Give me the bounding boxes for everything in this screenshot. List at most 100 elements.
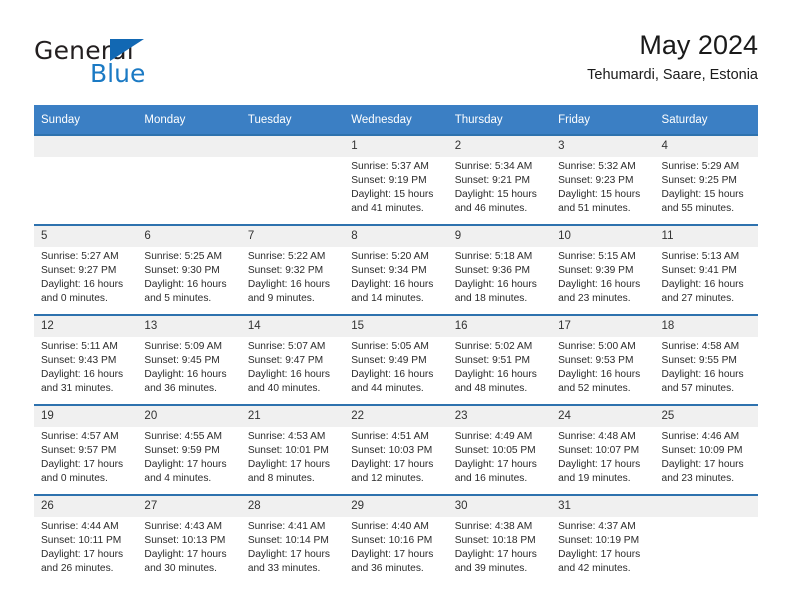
calendar-week-row: 12 Sunrise: 5:11 AM Sunset: 9:43 PM Dayligh…	[34, 314, 758, 405]
calendar-day-cell[interactable]: 16 Sunrise: 5:02 AM Sunset: 9:51 PM Dayligh…	[447, 316, 552, 404]
calendar-day-cell[interactable]: 1 Sunrise: 5:37 AM Sunset: 9:19 PM Daylight…	[344, 136, 448, 224]
weekday-header-thursday: Thursday	[447, 105, 552, 135]
sunrise-time: Sunrise: 4:43 AM	[144, 521, 223, 532]
calendar-day-cell[interactable]: 25 Sunrise: 4:46 AM Sunset: 10:09 PM Daylig…	[654, 406, 758, 494]
day-details: Sunrise: 5:18 AM Sunset: 9:36 PM Daylight:…	[448, 247, 551, 306]
daylight-duration-line1: Daylight: 16 hours	[661, 279, 744, 291]
day-number: 1	[344, 136, 448, 157]
day-number	[34, 136, 138, 157]
sunset-time: Sunset: 10:07 PM	[558, 445, 640, 457]
sunrise-time: Sunrise: 4:38 AM	[454, 521, 533, 532]
calendar-day-cell[interactable]: 4 Sunrise: 5:29 AM Sunset: 9:25 PM Daylight…	[654, 136, 758, 224]
calendar-day-cell[interactable]: 24 Sunrise: 4:48 AM Sunset: 10:07 PM Daylig…	[551, 406, 655, 494]
day-number: 10	[551, 226, 655, 247]
day-number: 21	[240, 406, 345, 427]
calendar-day-cell[interactable]: 19 Sunrise: 4:57 AM Sunset: 9:57 PM Dayligh…	[34, 406, 138, 494]
sunrise-time: Sunrise: 4:49 AM	[454, 431, 533, 442]
calendar-cell: 22 Sunrise: 4:51 AM Sunset: 10:03 PM Daylig…	[344, 404, 448, 495]
calendar-day-cell[interactable]: 26 Sunrise: 4:44 AM Sunset: 10:11 PM Daylig…	[34, 496, 138, 584]
daylight-duration-line2: and 40 minutes.	[247, 383, 321, 395]
day-details: Sunrise: 4:49 AM Sunset: 10:05 PM Daylight…	[448, 427, 551, 486]
calendar-cell: 1 Sunrise: 5:37 AM Sunset: 9:19 PM Daylight…	[344, 134, 448, 225]
weekday-header-sunday: Sunday	[34, 105, 138, 135]
calendar-day-cell[interactable]: 15 Sunrise: 5:05 AM Sunset: 9:49 PM Dayligh…	[344, 316, 448, 404]
brand-name-blue: Blue	[90, 59, 146, 88]
day-details: Sunrise: 5:37 AM Sunset: 9:19 PM Daylight:…	[344, 157, 447, 216]
calendar-day-cell[interactable]: 12 Sunrise: 5:11 AM Sunset: 9:43 PM Dayligh…	[34, 316, 138, 404]
calendar-day-cell[interactable]: 23 Sunrise: 4:49 AM Sunset: 10:05 PM Daylig…	[447, 406, 552, 494]
weekday-header-friday: Friday	[551, 105, 655, 135]
calendar-day-cell[interactable]: 14 Sunrise: 5:07 AM Sunset: 9:47 PM Dayligh…	[240, 316, 345, 404]
calendar-cell: 30 Sunrise: 4:38 AM Sunset: 10:18 PM Daylig…	[447, 494, 552, 584]
calendar-day-cell[interactable]: 22 Sunrise: 4:51 AM Sunset: 10:03 PM Daylig…	[344, 406, 448, 494]
sunset-time: Sunset: 10:18 PM	[454, 535, 536, 547]
sunrise-time: Sunrise: 5:18 AM	[454, 251, 533, 262]
sunset-time: Sunset: 10:03 PM	[351, 445, 433, 457]
calendar-week-row: 1 Sunrise: 5:37 AM Sunset: 9:19 PM Daylight…	[34, 134, 758, 225]
sunrise-time: Sunrise: 5:15 AM	[558, 251, 636, 262]
daylight-duration-line2: and 44 minutes.	[351, 383, 424, 395]
calendar-day-cell[interactable]: 3 Sunrise: 5:32 AM Sunset: 9:23 PM Daylight…	[551, 136, 655, 224]
sunset-time: Sunset: 9:53 PM	[558, 355, 634, 367]
sunset-time: Sunset: 9:30 PM	[144, 265, 220, 277]
day-number: 27	[137, 496, 241, 517]
daylight-duration-line2: and 57 minutes.	[661, 383, 735, 395]
calendar-day-cell[interactable]: 17 Sunrise: 5:00 AM Sunset: 9:53 PM Dayligh…	[551, 316, 655, 404]
calendar-day-cell[interactable]: 31 Sunrise: 4:37 AM Sunset: 10:19 PM Daylig…	[551, 496, 655, 584]
sunset-time: Sunset: 10:11 PM	[41, 535, 122, 547]
day-number: 8	[344, 226, 448, 247]
weekday-header-row: Sunday Monday Tuesday Wednesday Thursday…	[34, 105, 758, 135]
calendar-day-cell[interactable]: 7 Sunrise: 5:22 AM Sunset: 9:32 PM Daylight…	[240, 226, 345, 314]
calendar-day-cell[interactable]: 2 Sunrise: 5:34 AM Sunset: 9:21 PM Daylight…	[447, 136, 552, 224]
calendar-day-cell[interactable]: 13 Sunrise: 5:09 AM Sunset: 9:45 PM Dayligh…	[137, 316, 241, 404]
day-number: 16	[447, 316, 552, 337]
sunrise-time: Sunrise: 5:11 AM	[41, 341, 118, 352]
day-number: 22	[344, 406, 448, 427]
calendar-day-cell[interactable]: 28 Sunrise: 4:41 AM Sunset: 10:14 PM Daylig…	[240, 496, 345, 584]
calendar-empty-cell	[240, 136, 345, 224]
calendar-day-cell[interactable]: 30 Sunrise: 4:38 AM Sunset: 10:18 PM Daylig…	[447, 496, 552, 584]
daylight-duration-line1: Daylight: 15 hours	[558, 189, 641, 201]
daylight-duration-line1: Daylight: 16 hours	[558, 369, 641, 381]
calendar-day-cell[interactable]: 27 Sunrise: 4:43 AM Sunset: 10:13 PM Daylig…	[137, 496, 241, 584]
calendar-cell: 19 Sunrise: 4:57 AM Sunset: 9:57 PM Dayligh…	[34, 404, 138, 495]
day-details: Sunrise: 4:55 AM Sunset: 9:59 PM Daylight:…	[137, 427, 240, 486]
calendar-day-cell[interactable]: 6 Sunrise: 5:25 AM Sunset: 9:30 PM Daylight…	[137, 226, 241, 314]
day-details: Sunrise: 5:25 AM Sunset: 9:30 PM Daylight:…	[137, 247, 240, 306]
brand-logo[interactable]: General Blue	[34, 36, 254, 94]
sunrise-time: Sunrise: 4:46 AM	[661, 431, 740, 442]
sunrise-time: Sunrise: 5:25 AM	[144, 251, 223, 262]
sunrise-time: Sunrise: 5:02 AM	[454, 341, 533, 352]
day-details: Sunrise: 4:48 AM Sunset: 10:07 PM Daylight…	[551, 427, 654, 486]
calendar-day-cell[interactable]: 5 Sunrise: 5:27 AM Sunset: 9:27 PM Daylight…	[34, 226, 138, 314]
sunrise-time: Sunrise: 5:00 AM	[558, 341, 636, 352]
daylight-duration-line2: and 0 minutes.	[41, 473, 108, 485]
calendar-day-cell[interactable]: 8 Sunrise: 5:20 AM Sunset: 9:34 PM Daylight…	[344, 226, 448, 314]
day-details: Sunrise: 4:41 AM Sunset: 10:14 PM Daylight…	[241, 517, 344, 576]
calendar-day-cell[interactable]: 29 Sunrise: 4:40 AM Sunset: 10:16 PM Daylig…	[344, 496, 448, 584]
day-number: 3	[551, 136, 655, 157]
sunset-time: Sunset: 9:32 PM	[247, 265, 324, 277]
daylight-duration-line1: Daylight: 17 hours	[351, 459, 434, 471]
calendar-cell: 28 Sunrise: 4:41 AM Sunset: 10:14 PM Daylig…	[240, 494, 345, 584]
calendar-day-cell[interactable]: 11 Sunrise: 5:13 AM Sunset: 9:41 PM Dayligh…	[654, 226, 758, 314]
daylight-duration-line2: and 46 minutes.	[454, 203, 528, 215]
calendar-day-cell[interactable]: 21 Sunrise: 4:53 AM Sunset: 10:01 PM Daylig…	[240, 406, 345, 494]
day-details: Sunrise: 5:11 AM Sunset: 9:43 PM Daylight:…	[34, 337, 137, 396]
calendar-day-cell[interactable]: 9 Sunrise: 5:18 AM Sunset: 9:36 PM Daylight…	[447, 226, 552, 314]
sunrise-time: Sunrise: 4:58 AM	[661, 341, 740, 352]
day-details: Sunrise: 5:20 AM Sunset: 9:34 PM Daylight:…	[344, 247, 447, 306]
calendar-day-cell[interactable]: 18 Sunrise: 4:58 AM Sunset: 9:55 PM Dayligh…	[654, 316, 758, 404]
day-details: Sunrise: 5:15 AM Sunset: 9:39 PM Daylight:…	[551, 247, 654, 306]
calendar-day-cell[interactable]: 20 Sunrise: 4:55 AM Sunset: 9:59 PM Dayligh…	[137, 406, 241, 494]
day-details: Sunrise: 4:46 AM Sunset: 10:09 PM Daylight…	[655, 427, 758, 486]
day-number: 29	[344, 496, 448, 517]
calendar-table: Sunday Monday Tuesday Wednesday Thursday…	[34, 105, 758, 584]
calendar-cell: 20 Sunrise: 4:55 AM Sunset: 9:59 PM Dayligh…	[137, 404, 241, 495]
sunset-time: Sunset: 9:43 PM	[41, 355, 117, 367]
sunrise-time: Sunrise: 4:44 AM	[41, 521, 119, 532]
calendar-day-cell[interactable]: 10 Sunrise: 5:15 AM Sunset: 9:39 PM Dayligh…	[551, 226, 655, 314]
daylight-duration-line2: and 48 minutes.	[454, 383, 528, 395]
day-details: Sunrise: 4:51 AM Sunset: 10:03 PM Daylight…	[344, 427, 447, 486]
day-details: Sunrise: 4:44 AM Sunset: 10:11 PM Daylight…	[34, 517, 137, 576]
